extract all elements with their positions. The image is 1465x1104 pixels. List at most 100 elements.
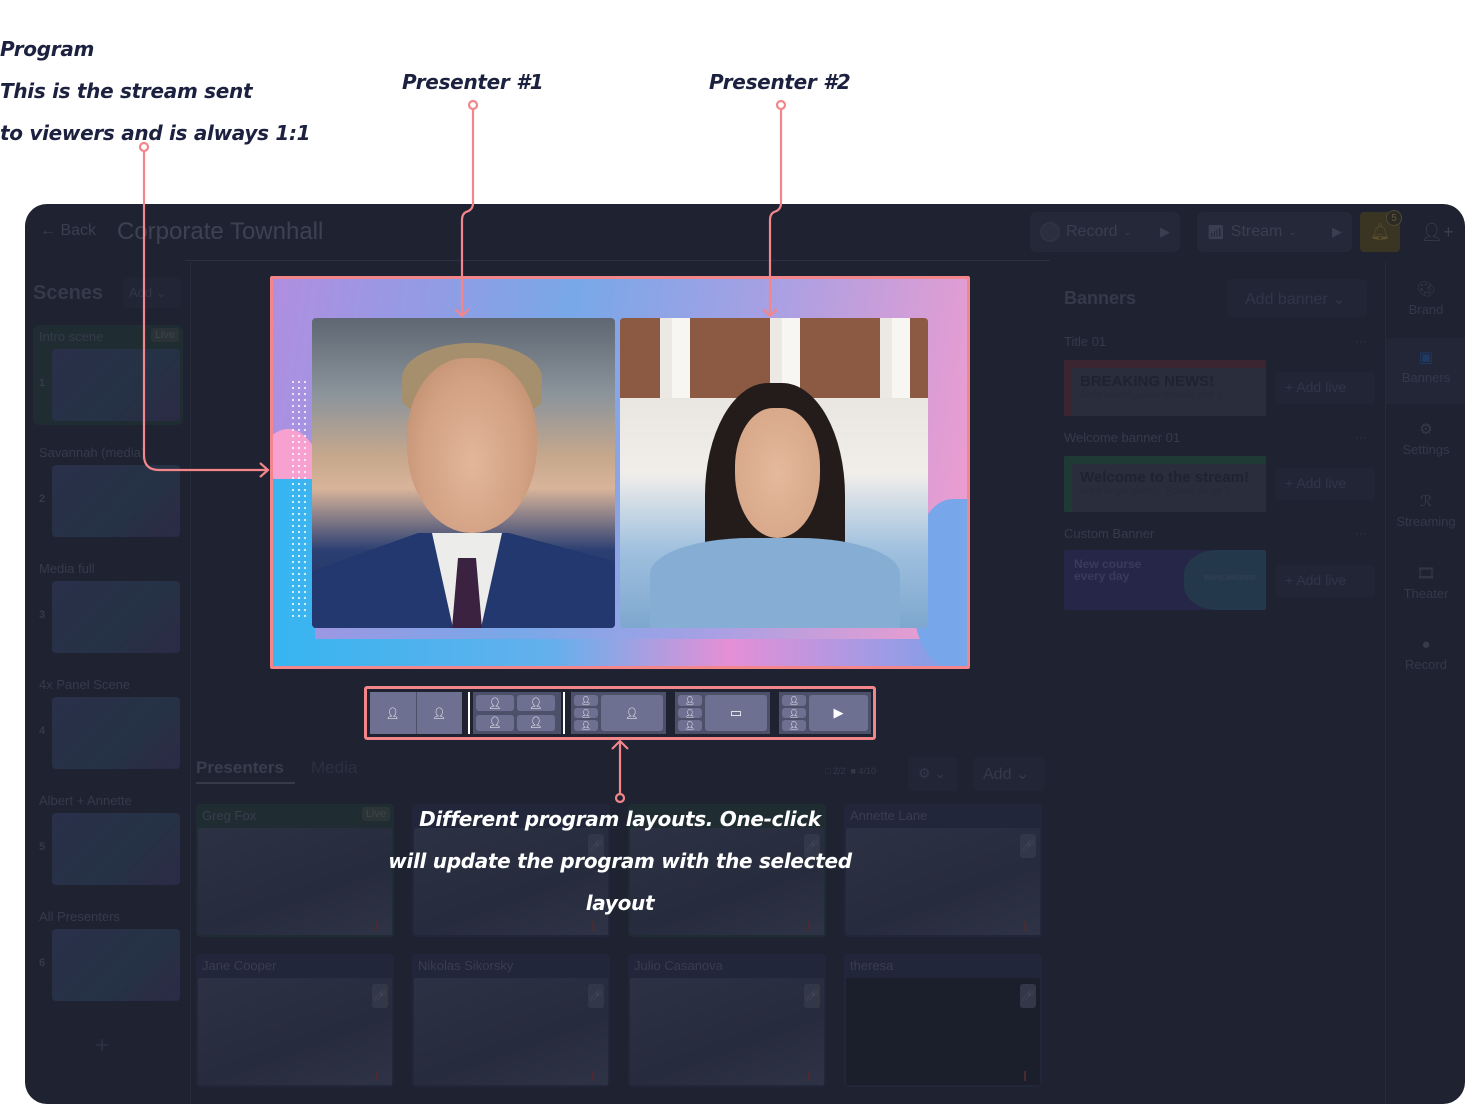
- scene-number: 1: [39, 377, 46, 389]
- audio-level-icon: [808, 1071, 818, 1081]
- banner-label: Welcome banner 01: [1064, 430, 1181, 445]
- rail-item-brand[interactable]: 🎨︎ Brand: [1386, 276, 1465, 336]
- presenter-card[interactable]: Nikolas Sikorsky 🎤︎: [412, 954, 610, 1087]
- scene-thumbnail: [52, 697, 180, 769]
- presenter-card[interactable]: Julio Casanova 🎤︎: [628, 954, 826, 1087]
- presenter-card[interactable]: Jane Cooper 🎤︎: [196, 954, 394, 1087]
- selected-divider: [468, 692, 470, 734]
- tab-presenters[interactable]: Presenters: [196, 758, 284, 778]
- presenter-2-video[interactable]: [620, 318, 928, 628]
- presenter-name: Jane Cooper: [202, 958, 277, 973]
- add-live-button[interactable]: + Add live: [1275, 372, 1375, 404]
- person-icon: 👤︎: [476, 695, 514, 711]
- person-icon: 👤︎: [370, 692, 416, 734]
- rail-item-record[interactable]: ● Record: [1386, 636, 1465, 672]
- microphone-icon[interactable]: 🎤︎: [804, 984, 820, 1008]
- back-button[interactable]: ← Back: [40, 222, 96, 240]
- add-banner-dropdown[interactable]: Add banner ⌄: [1227, 279, 1367, 317]
- camera-count: 4/10: [858, 766, 876, 776]
- notification-badge: 5: [1386, 210, 1402, 226]
- microphone-icon[interactable]: 🎤︎: [1020, 984, 1036, 1008]
- person-icon: 👤︎: [678, 707, 702, 719]
- presenter-1-video[interactable]: [312, 318, 615, 628]
- microphone-icon[interactable]: 🎤︎: [588, 984, 604, 1008]
- palette-icon: 🎨︎: [1416, 281, 1436, 298]
- scenes-sidebar: Scenes Add ⌄ Intro scene Live 1 Savannah…: [25, 262, 191, 1104]
- scene-name: 4x Panel Scene: [39, 677, 131, 692]
- banner-subtext: We'll begin shortly. Follow us on T: [1080, 486, 1231, 497]
- presenter-settings-dropdown[interactable]: ⚙ ⌄: [908, 757, 958, 791]
- banner-preview[interactable]: Welcome to the stream! We'll begin shortl…: [1064, 456, 1266, 512]
- add-scene-button[interactable]: +: [95, 1032, 109, 1060]
- rss-icon: 📶︎: [1207, 223, 1225, 240]
- scene-number: 4: [39, 725, 46, 737]
- presenter-name: Julio Casanova: [634, 958, 723, 973]
- person-icon: 👤︎: [782, 695, 806, 706]
- plus-icon: +: [1285, 379, 1294, 395]
- record-play-button[interactable]: ▶: [1160, 224, 1170, 240]
- annotation-program: Program This is the stream sent to viewe…: [0, 28, 311, 154]
- layout-grid-4[interactable]: 👤︎ 👤︎ 👤︎ 👤︎: [473, 692, 561, 734]
- presenter-video: [414, 978, 608, 1085]
- banner-preview[interactable]: BREAKING NEWS! SNN Investigation reveals …: [1064, 360, 1266, 416]
- stream-dropdown[interactable]: 📶︎ Stream ⌄ ▶: [1197, 212, 1352, 252]
- record-label: Record: [1066, 223, 1118, 240]
- person-icon: 👤︎: [416, 692, 462, 734]
- scene-item[interactable]: All Presenters 6: [33, 905, 183, 1005]
- presenter-name: Nikolas Sikorsky: [418, 958, 514, 973]
- add-presenter-dropdown[interactable]: Add ⌄: [973, 757, 1045, 791]
- rail-label: Settings: [1402, 442, 1450, 457]
- layout-sidebar-media[interactable]: 👤︎ 👤︎ 👤︎ ▶: [779, 692, 871, 734]
- microphone-icon[interactable]: 🎤︎: [1020, 834, 1036, 858]
- annotation-program-line1: This is the stream sent: [0, 79, 253, 103]
- more-options-icon[interactable]: ···: [1355, 334, 1367, 348]
- chevron-down-icon: ⌄: [1015, 766, 1030, 783]
- dot-pattern: [290, 379, 310, 619]
- add-user-button[interactable]: 👤︎+: [1417, 212, 1457, 252]
- connector-dot: [467, 99, 479, 111]
- scene-thumbnail: [52, 581, 180, 653]
- rail-item-theater[interactable]: 🎞︎ Theater: [1386, 564, 1465, 601]
- scene-thumbnail: [52, 349, 180, 421]
- microphone-icon[interactable]: 🎤︎: [372, 984, 388, 1008]
- scene-item[interactable]: Intro scene Live 1: [33, 325, 183, 425]
- add-live-button[interactable]: + Add live: [1275, 468, 1375, 500]
- layout-sidebar-presenter[interactable]: 👤︎ 👤︎ 👤︎ 👤︎: [571, 692, 666, 734]
- presenter-card[interactable]: theresa 🎤︎: [844, 954, 1042, 1087]
- page-title: Corporate Townhall: [117, 218, 324, 245]
- gear-icon: ⚙: [1419, 421, 1433, 438]
- rss-icon: ℛ: [1420, 493, 1432, 510]
- stream-play-button[interactable]: ▶: [1332, 224, 1342, 240]
- scene-number: 6: [39, 957, 46, 969]
- tab-media[interactable]: Media: [311, 758, 357, 778]
- scene-number: 5: [39, 841, 46, 853]
- more-options-icon[interactable]: ···: [1355, 526, 1367, 540]
- audio-level-icon: [592, 1071, 602, 1081]
- scene-item[interactable]: Albert + Annette 5: [33, 789, 183, 889]
- add-live-button[interactable]: + Add live: [1275, 565, 1375, 597]
- more-options-icon[interactable]: ···: [1355, 430, 1367, 444]
- scene-item[interactable]: Media full 3: [33, 557, 183, 657]
- scene-number: 2: [39, 493, 46, 505]
- layout-sidebar-screen[interactable]: 👤︎ 👤︎ 👤︎ ▭: [675, 692, 770, 734]
- record-dropdown[interactable]: Record ⌄ ▶: [1030, 212, 1180, 252]
- gear-icon: ⚙: [918, 765, 931, 781]
- arrow-left-icon: ←: [40, 222, 56, 239]
- banner-preview[interactable]: New course every day www.website: [1064, 550, 1266, 610]
- scenes-add-dropdown[interactable]: Add ⌄: [123, 278, 181, 308]
- person-icon: 👤︎: [574, 707, 598, 719]
- scenes-add-label: Add: [129, 285, 153, 300]
- rail-item-settings[interactable]: ⚙ Settings: [1386, 420, 1465, 457]
- scene-item[interactable]: 4x Panel Scene 4: [33, 673, 183, 773]
- rail-item-banners[interactable]: ▣ Banners: [1386, 338, 1465, 404]
- layout-side-by-side-2[interactable]: 👤︎ 👤︎: [370, 692, 462, 734]
- scene-item[interactable]: Savannah (media) 2: [33, 441, 183, 541]
- play-icon: ▶: [809, 695, 868, 731]
- add-label: Add: [983, 766, 1012, 783]
- chevron-down-icon: ⌄: [1288, 226, 1297, 238]
- rail-label: Brand: [1408, 302, 1444, 317]
- scene-thumbnail: [52, 465, 180, 537]
- chevron-down-icon: ⌄: [1123, 226, 1132, 238]
- banner-url: www.website: [1204, 572, 1257, 582]
- rail-item-streaming[interactable]: ℛ Streaming: [1386, 492, 1465, 529]
